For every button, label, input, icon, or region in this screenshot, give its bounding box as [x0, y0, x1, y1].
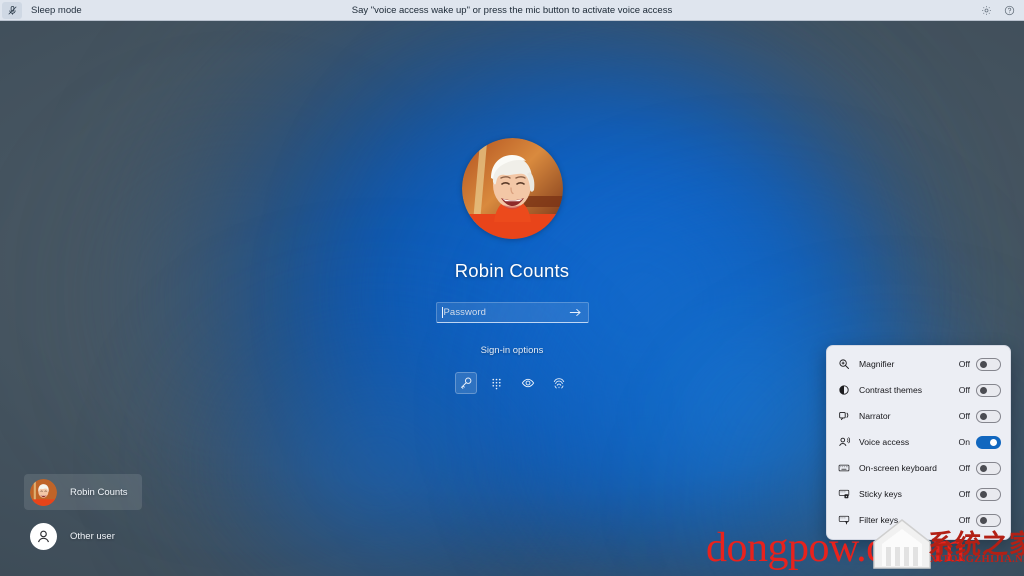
- a11y-item-state: Off: [958, 489, 970, 499]
- voice-access-icon: [837, 436, 850, 449]
- voice-access-status: Sleep mode: [31, 4, 82, 16]
- toggle-switch[interactable]: [976, 383, 1001, 397]
- gear-icon[interactable]: [981, 5, 992, 16]
- a11y-item-sticky-keys[interactable]: Sticky keys Off: [827, 481, 1010, 507]
- keyboard-icon: [837, 462, 850, 475]
- user-switcher: Robin Counts Other user: [24, 474, 142, 554]
- a11y-item-magnifier[interactable]: Magnifier Off: [827, 351, 1010, 377]
- toggle-switch[interactable]: [976, 461, 1001, 475]
- a11y-item-label: Contrast themes: [859, 385, 923, 395]
- a11y-item-contrast-themes[interactable]: Contrast themes Off: [827, 377, 1010, 403]
- a11y-item-label: Narrator: [859, 411, 891, 421]
- accessibility-flyout: Magnifier Off Contrast themes Off Narrat…: [826, 345, 1011, 540]
- avatar-photo: [461, 138, 563, 239]
- narrator-icon: [837, 410, 850, 423]
- page-title: Robin Counts: [454, 260, 570, 281]
- a11y-item-state: Off: [958, 463, 970, 473]
- a11y-item-on-screen-keyboard[interactable]: On-screen keyboard Off: [827, 455, 1010, 481]
- a11y-item-label: On-screen keyboard: [859, 463, 937, 473]
- text-caret: [441, 307, 443, 318]
- list-item[interactable]: Other user: [24, 518, 142, 554]
- lock-screen: Sleep mode Say "voice access wake up" or…: [0, 0, 1024, 576]
- magnifier-icon: [837, 358, 850, 371]
- fingerprint-icon[interactable]: [548, 372, 570, 394]
- a11y-item-state: Off: [958, 359, 970, 369]
- a11y-item-state: Off: [958, 515, 970, 525]
- key-icon[interactable]: [454, 372, 477, 394]
- a11y-item-state: Off: [958, 385, 970, 395]
- generic-person-icon: [30, 522, 57, 550]
- voice-access-bar-actions: [981, 5, 1024, 16]
- a11y-item-label: Magnifier: [859, 359, 895, 369]
- password-placeholder: Password: [443, 307, 487, 318]
- password-field[interactable]: Password: [435, 302, 589, 323]
- a11y-item-label: Filter keys: [859, 515, 899, 525]
- list-item-label: Other user: [70, 530, 115, 542]
- microphone-muted-icon[interactable]: [2, 1, 22, 19]
- toggle-switch[interactable]: [976, 487, 1001, 501]
- avatar: [461, 138, 563, 239]
- signin-options-label[interactable]: Sign-in options: [481, 345, 544, 356]
- contrast-icon: [837, 384, 850, 397]
- toggle-switch[interactable]: [976, 357, 1001, 371]
- voice-access-bar: Sleep mode Say "voice access wake up" or…: [0, 0, 1024, 21]
- filter-keys-icon: [837, 514, 850, 527]
- signin-methods: [454, 372, 570, 394]
- a11y-item-label: Voice access: [859, 437, 910, 447]
- pin-keypad-icon[interactable]: [486, 372, 508, 394]
- toggle-switch[interactable]: [976, 513, 1001, 527]
- voice-access-hint: Say "voice access wake up" or press the …: [351, 4, 673, 16]
- toggle-switch[interactable]: [976, 409, 1001, 423]
- toggle-switch[interactable]: [976, 435, 1001, 449]
- a11y-item-filter-keys[interactable]: Filter keys Off: [827, 507, 1010, 533]
- arrow-right-icon[interactable]: [567, 304, 585, 321]
- a11y-item-voice-access[interactable]: Voice access On: [827, 429, 1010, 455]
- avatar: [30, 478, 57, 506]
- iris-scan-icon[interactable]: [517, 372, 539, 394]
- a11y-item-state: On: [958, 437, 970, 447]
- list-item[interactable]: Robin Counts: [24, 474, 142, 510]
- sticky-keys-icon: [837, 488, 850, 501]
- list-item-label: Robin Counts: [70, 486, 128, 498]
- a11y-item-label: Sticky keys: [859, 489, 902, 499]
- avatar-photo-small: [30, 478, 57, 506]
- a11y-item-state: Off: [958, 411, 970, 421]
- a11y-item-narrator[interactable]: Narrator Off: [827, 403, 1010, 429]
- help-icon[interactable]: [1004, 5, 1015, 16]
